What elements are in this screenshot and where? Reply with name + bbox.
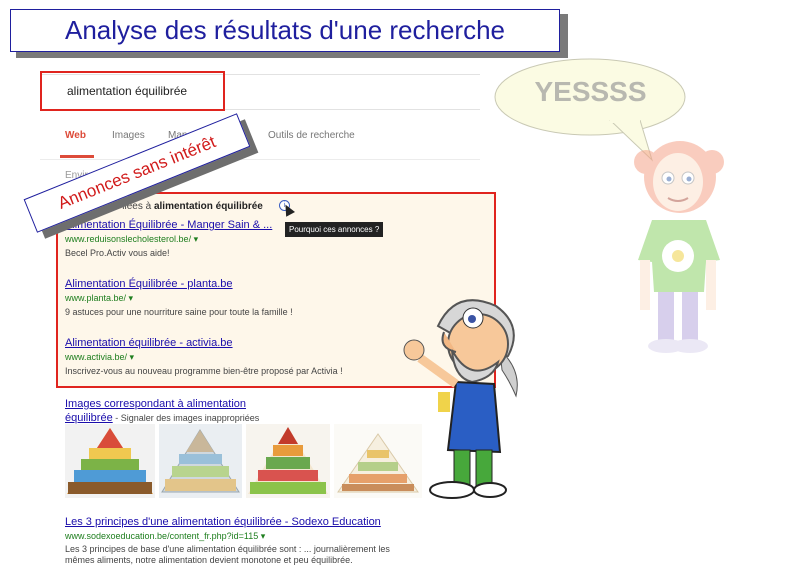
ad-url-1[interactable]: www.reduisonslecholesterol.be/ ▾ [65,234,198,245]
organic-result-url[interactable]: www.sodexoeducation.be/content_fr.php?id… [65,531,265,542]
ad-title-3[interactable]: Alimentation équilibrée - activia.be [65,337,233,349]
images-report-link[interactable]: - Signaler des images inappropriées [113,413,259,423]
images-result-link-line1[interactable]: Images correspondant à alimentation [65,398,246,410]
tab-images[interactable]: Images [112,130,145,141]
images-result-title[interactable]: Images correspondant à alimentation équi… [65,397,259,425]
organic-desc-line2: mêmes aliments, notre alimentation devie… [65,555,353,565]
organic-desc-line1: Les 3 principes de base d'une alimentati… [65,544,390,554]
old-man-character-illustration [403,299,518,499]
ad-desc-2: 9 astuces pour une nourriture saine pour… [65,307,293,317]
search-input[interactable]: alimentation équilibrée [67,84,187,98]
organic-result-title[interactable]: Les 3 principes d'une alimentation équil… [65,516,381,528]
slide-title: Analyse des résultats d'une recherche [65,15,505,45]
ad-title-2[interactable]: Alimentation Équilibrée - planta.be [65,278,233,290]
tab-web-underline [60,155,94,158]
tabs-divider [40,159,480,160]
food-pyramid-thumb-3[interactable] [246,424,330,498]
food-pyramid-image-1 [67,428,153,494]
girl-character-illustration [634,141,724,353]
food-pyramid-thumb-1[interactable] [65,424,155,498]
ad-desc-3: Inscrivez-vous au nouveau programme bien… [65,366,343,376]
food-pyramid-image-2 [161,429,240,493]
food-pyramid-thumb-2[interactable] [159,424,242,498]
tab-web[interactable]: Web [65,130,86,141]
tab-search-tools[interactable]: Outils de recherche [268,130,355,141]
ad-desc-1: Becel Pro.Activ vous aide! [65,248,170,258]
ads-tooltip: Pourquoi ces annonces ? [285,222,384,237]
ads-header-query: alimentation équilibrée [153,201,263,212]
ad-url-3[interactable]: www.activia.be/ ▾ [65,352,134,363]
food-pyramid-image-3 [248,427,328,494]
organic-result-desc: Les 3 principes de base d'une alimentati… [65,544,465,566]
ad-url-2[interactable]: www.planta.be/ ▾ [65,293,133,304]
speech-bubble-text: YESSSS [534,76,647,107]
ad-title-1[interactable]: Alimentation Équilibrée - Manger Sain & … [65,219,272,231]
images-result-link-line2[interactable]: équilibrée [65,412,113,424]
